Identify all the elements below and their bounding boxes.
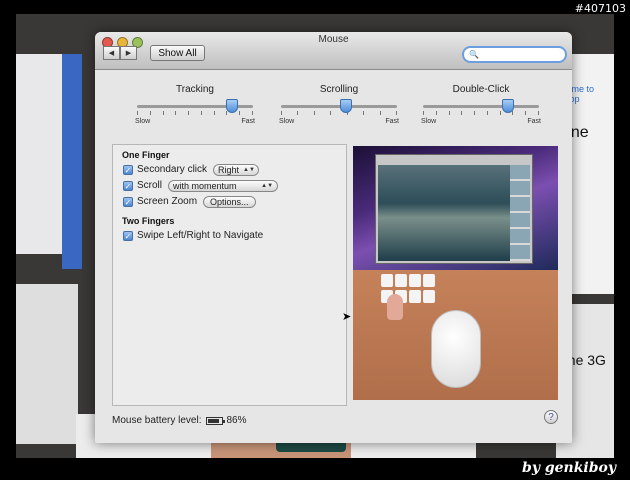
secondary-click-option: ✓ Secondary click Right ▲▼	[123, 163, 346, 176]
battery-value: 86%	[226, 415, 247, 426]
screen-zoom-options-button[interactable]: Options...	[203, 195, 256, 208]
secondary-click-label: Secondary click	[137, 164, 208, 175]
preview-thumbnails	[510, 165, 530, 261]
one-finger-heading: One Finger	[122, 150, 170, 160]
mouse-preferences-window: Mouse ◀ ▶ Show All 🔍 Tracking Slow Fast	[95, 32, 572, 443]
scroll-checkbox[interactable]: ✓	[123, 180, 133, 191]
window-title: Mouse	[318, 34, 349, 45]
preview-desk	[353, 270, 558, 400]
screen-zoom-option: ✓ Screen Zoom Options...	[123, 195, 346, 208]
scrolling-track[interactable]	[279, 99, 399, 115]
double-click-slider: Double-Click Slow Fast	[421, 84, 541, 125]
tracking-knob[interactable]	[226, 99, 239, 113]
background-screen-left-blue	[62, 54, 82, 269]
preview-window	[375, 154, 533, 264]
background-screen-left	[16, 54, 62, 254]
double-click-fast-label: Fast	[527, 118, 541, 125]
scrolling-label: Scrolling	[319, 84, 359, 95]
secondary-click-popup[interactable]: Right ▲▼	[213, 163, 260, 176]
popup-arrows-icon: ▲▼	[243, 166, 255, 173]
scroll-option: ✓ Scroll with momentum ▲▼	[123, 179, 346, 192]
double-click-track[interactable]	[421, 99, 541, 115]
gesture-preview-video	[353, 146, 558, 400]
battery-label: Mouse battery level:	[112, 415, 202, 426]
scrolling-fast-label: Fast	[385, 118, 399, 125]
background-screen-left-lower	[16, 284, 78, 444]
swipe-option: ✓ Swipe Left/Right to Navigate	[123, 229, 346, 242]
photo-credit: by genkiboy	[522, 460, 616, 476]
photo-frame: #407103 Come to shop one one 3G Mouse	[0, 0, 630, 480]
nav-buttons: ◀ ▶	[103, 46, 137, 60]
tracking-slow-label: Slow	[135, 118, 151, 125]
swipe-checkbox[interactable]: ✓	[123, 230, 133, 241]
popup-arrows-icon: ▲▼	[261, 182, 274, 189]
two-fingers-heading: Two Fingers	[122, 216, 175, 226]
help-button[interactable]: ?	[544, 410, 558, 424]
gestures-panel: One Finger ✓ Secondary click Right ▲▼ ✓ S…	[112, 144, 351, 406]
back-button[interactable]: ◀	[103, 46, 120, 60]
preview-photo	[378, 165, 510, 261]
secondary-click-checkbox[interactable]: ✓	[123, 164, 133, 175]
double-click-label: Double-Click	[452, 84, 510, 95]
scroll-value: with momentum	[173, 180, 237, 191]
search-icon: 🔍	[469, 50, 479, 59]
scrolling-slider: Scrolling Slow Fast	[279, 84, 399, 125]
forward-button[interactable]: ▶	[120, 46, 137, 60]
screen-zoom-label: Screen Zoom	[137, 196, 198, 207]
double-click-knob[interactable]	[501, 99, 514, 113]
scrolling-slow-label: Slow	[279, 118, 295, 125]
preview-magic-mouse	[431, 310, 481, 388]
tracking-track[interactable]	[135, 99, 255, 115]
show-all-button[interactable]: Show All	[150, 45, 205, 61]
double-click-slow-label: Slow	[421, 118, 437, 125]
mouse-pointer-icon: ➤	[342, 311, 352, 323]
scroll-popup[interactable]: with momentum ▲▼	[168, 179, 279, 192]
photo: Come to shop one one 3G Mouse ◀ ▶ Show A…	[16, 14, 614, 458]
secondary-click-value: Right	[218, 164, 240, 175]
preview-screen	[353, 146, 558, 270]
tracking-slider: Tracking Slow Fast	[135, 84, 255, 125]
swipe-label: Swipe Left/Right to Navigate	[137, 230, 264, 241]
scroll-label: Scroll	[137, 180, 163, 191]
search-field[interactable]: 🔍	[462, 46, 567, 63]
scrolling-knob[interactable]	[339, 99, 352, 113]
tracking-label: Tracking	[176, 84, 214, 95]
preview-finger	[387, 294, 403, 320]
battery-status: Mouse battery level: 86%	[112, 415, 247, 426]
screen-zoom-checkbox[interactable]: ✓	[123, 196, 133, 207]
battery-icon	[205, 416, 225, 425]
tracking-fast-label: Fast	[241, 118, 255, 125]
title-bar: Mouse ◀ ▶ Show All 🔍	[95, 32, 572, 70]
